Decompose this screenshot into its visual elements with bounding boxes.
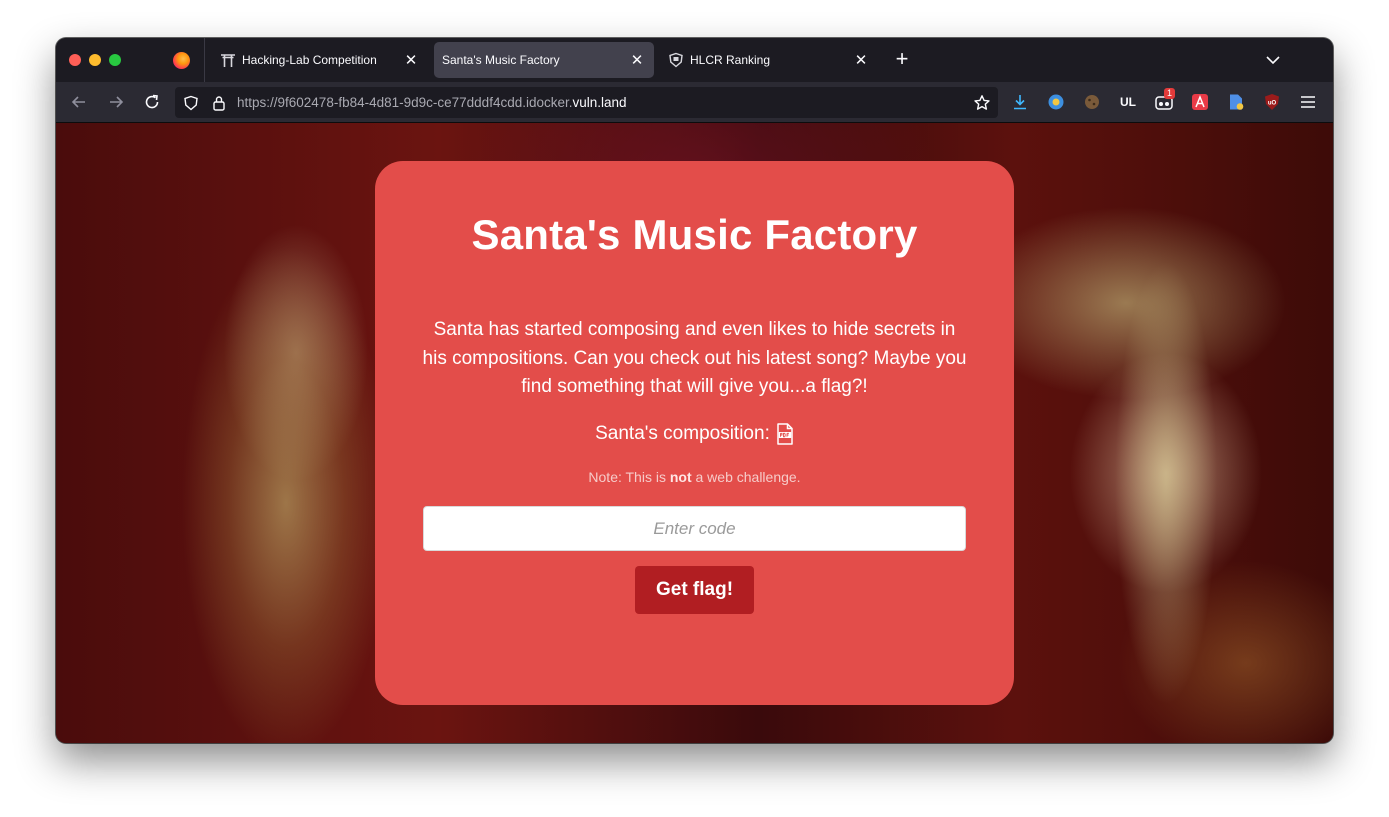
close-tab-icon[interactable]: ✕ (850, 49, 872, 71)
url-domain: vuln.land (572, 95, 627, 110)
composition-row: Santa's composition: (375, 423, 1014, 445)
document-extension-icon[interactable] (1226, 92, 1246, 112)
address-bar[interactable]: https://9f602478-fb84-4d81-9d9c-ce77dddf… (175, 87, 998, 118)
note-suffix: a web challenge. (691, 469, 801, 485)
tab-title: HLCR Ranking (690, 53, 771, 67)
zoom-window-button[interactable] (109, 54, 121, 66)
firefox-icon (173, 52, 190, 69)
tab-title: Hacking-Lab Competition (242, 53, 377, 67)
ul-extension-icon[interactable]: UL (1118, 92, 1138, 112)
pdf-file-icon[interactable] (776, 423, 794, 445)
bookmark-star-icon[interactable] (972, 93, 992, 113)
url-text[interactable]: https://9f602478-fb84-4d81-9d9c-ce77dddf… (237, 95, 627, 110)
back-button[interactable] (67, 90, 91, 114)
badge-extension-icon[interactable]: 1 (1154, 88, 1176, 112)
get-flag-button[interactable]: Get flag! (635, 566, 754, 614)
tab-separator (204, 38, 205, 82)
tab-bar: Hacking-Lab Competition ✕ Santa's Music … (56, 38, 1333, 82)
navigation-bar: https://9f602478-fb84-4d81-9d9c-ce77dddf… (56, 82, 1333, 123)
cookie-extension-icon[interactable] (1082, 92, 1102, 112)
challenge-description: Santa has started composing and even lik… (422, 319, 967, 397)
svg-text:uO: uO (1268, 101, 1277, 107)
code-input[interactable] (423, 506, 966, 551)
page-title: Santa's Music Factory (471, 211, 918, 258)
globe-extension-icon[interactable] (1046, 92, 1066, 112)
composition-label: Santa's composition: (595, 423, 770, 444)
new-tab-button[interactable]: + (890, 48, 914, 72)
forward-button[interactable] (104, 90, 128, 114)
challenge-card: Santa's Music Factory Santa has started … (375, 161, 1014, 705)
url-prefix: https://9f602478-fb84-4d81-9d9c-ce77dddf… (237, 95, 573, 110)
downloads-icon[interactable] (1010, 92, 1030, 112)
tab-hacking-lab[interactable]: Hacking-Lab Competition ✕ (210, 42, 428, 78)
browser-window: Hacking-Lab Competition ✕ Santa's Music … (56, 38, 1333, 743)
shield-icon (668, 52, 684, 68)
note-prefix: Note: This is (588, 469, 670, 485)
torii-gate-icon (220, 52, 236, 68)
ublock-origin-icon[interactable]: uO (1262, 92, 1282, 112)
tab-title: Santa's Music Factory (442, 53, 560, 67)
close-tab-icon[interactable]: ✕ (400, 49, 422, 71)
page-content: Santa's Music Factory Santa has started … (56, 123, 1333, 743)
note-emphasis: not (669, 469, 692, 485)
reload-button[interactable] (140, 90, 164, 114)
tab-santas-music-factory[interactable]: Santa's Music Factory ✕ (434, 42, 654, 78)
acrobat-extension-icon[interactable] (1190, 92, 1210, 112)
lock-icon[interactable] (211, 95, 227, 111)
chevron-down-icon[interactable] (1262, 50, 1284, 70)
tab-hlcr-ranking[interactable]: HLCR Ranking ✕ (658, 42, 878, 78)
minimize-window-button[interactable] (89, 54, 101, 66)
close-window-button[interactable] (69, 54, 81, 66)
tracking-shield-icon[interactable] (183, 95, 199, 111)
menu-hamburger-icon[interactable] (1298, 92, 1318, 112)
close-tab-icon[interactable]: ✕ (626, 49, 648, 71)
note-text: Note: This is not a web challenge. (375, 469, 1014, 485)
notification-badge: 1 (1164, 88, 1176, 99)
